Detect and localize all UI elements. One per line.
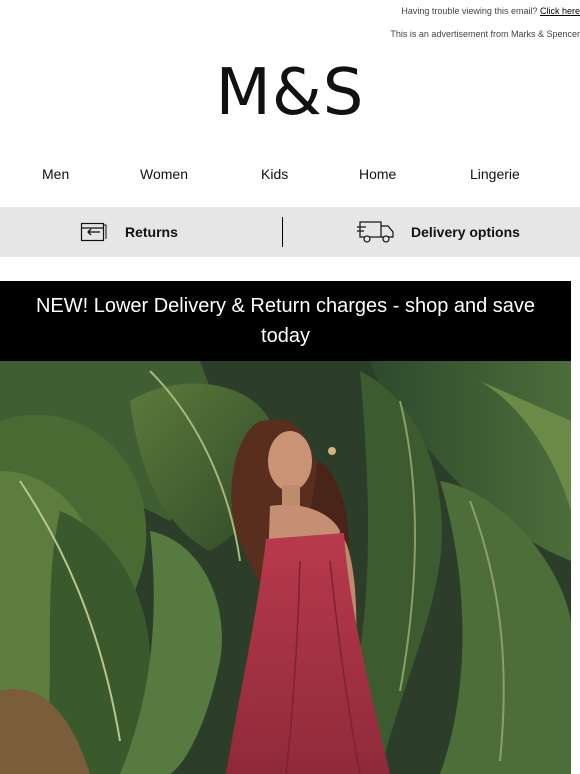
click-here-link[interactable]: Click here xyxy=(540,6,580,16)
preheader: Having trouble viewing this email? Click… xyxy=(390,6,580,40)
delivery-options-label: Delivery options xyxy=(411,224,520,240)
utility-divider xyxy=(282,217,283,247)
hero-photo-illustration xyxy=(0,361,571,774)
returns-label: Returns xyxy=(125,224,178,240)
hero-image[interactable] xyxy=(0,361,571,774)
nav-item-women[interactable]: Women xyxy=(140,163,188,185)
ms-logo[interactable]: M&S xyxy=(0,58,580,128)
nav-item-kids[interactable]: Kids xyxy=(261,163,288,185)
returns-icon xyxy=(80,220,107,244)
utility-bar: Returns Delivery options xyxy=(0,207,580,257)
nav-item-men[interactable]: Men xyxy=(42,163,69,185)
nav-item-lingerie[interactable]: Lingerie xyxy=(470,163,520,185)
promo-banner[interactable]: NEW! Lower Delivery & Return charges - s… xyxy=(0,281,571,361)
returns-button[interactable]: Returns xyxy=(80,207,178,257)
preheader-trouble-line: Having trouble viewing this email? Click… xyxy=(390,6,580,17)
main-nav: Men Women Kids Home Lingerie xyxy=(0,163,580,187)
preheader-trouble-text: Having trouble viewing this email? xyxy=(401,6,538,16)
promo-banner-text: NEW! Lower Delivery & Return charges - s… xyxy=(35,295,536,347)
nav-item-home[interactable]: Home xyxy=(359,163,396,185)
delivery-options-button[interactable]: Delivery options xyxy=(357,207,520,257)
delivery-truck-icon xyxy=(357,219,395,245)
preheader-ad-text: This is an advertisement from Marks & Sp… xyxy=(390,29,580,39)
